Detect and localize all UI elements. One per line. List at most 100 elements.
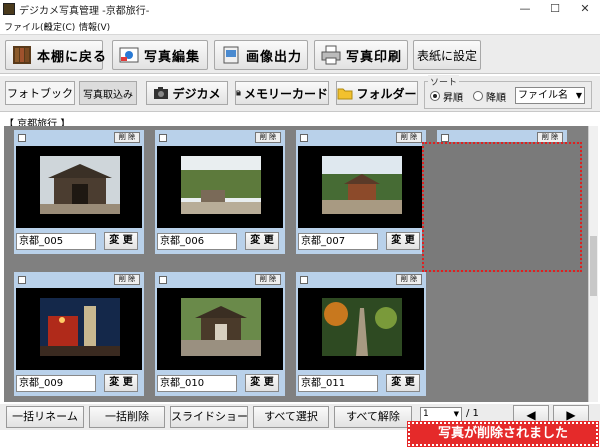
image-output-button[interactable]: 画像出力 <box>214 40 308 70</box>
photo-rename-button[interactable]: 変 更 <box>104 374 138 392</box>
sort-field-value: ファイル名 <box>518 90 568 101</box>
close-button[interactable]: ✕ <box>570 0 600 18</box>
photo-rename-button[interactable]: 変 更 <box>386 232 420 250</box>
image-output-label: 画像出力 <box>246 49 303 65</box>
chevron-down-icon: ▼ <box>575 91 582 100</box>
photo-frame[interactable] <box>16 146 142 228</box>
set-cover-button[interactable]: 表紙に設定 <box>413 40 481 70</box>
set-cover-label: 表紙に設定 <box>416 48 477 63</box>
photo-select-checkbox[interactable] <box>441 134 449 142</box>
photo-thumbnail[interactable] <box>40 156 120 214</box>
photo-name-field[interactable]: 京都_006 <box>157 233 237 250</box>
printer-icon <box>321 45 341 65</box>
folder-source-label: フォルダー <box>356 86 417 101</box>
image-output-icon <box>223 46 239 64</box>
photo-delete-button[interactable]: 削 除 <box>114 274 140 285</box>
photo-name-field[interactable]: 京都_009 <box>16 375 96 392</box>
photo-rename-button[interactable]: 変 更 <box>104 232 138 250</box>
sort-ascending-label: 昇順 <box>443 93 463 104</box>
minimize-button[interactable]: — <box>510 0 540 18</box>
sort-field-select[interactable]: ファイル名 ▼ <box>515 87 585 104</box>
main-toolbar: 本棚に戻る 写真編集 画像出力 写真印刷 表紙に設定 <box>0 34 600 74</box>
grid-scrollbar[interactable] <box>588 126 598 402</box>
page-select[interactable]: 1 ▼ <box>420 407 462 422</box>
photo-thumbnail[interactable] <box>322 156 402 214</box>
photo-thumbnail[interactable] <box>181 156 261 214</box>
folder-icon <box>337 88 353 99</box>
current-page: 1 <box>423 409 429 419</box>
sort-legend: ソート <box>428 75 460 88</box>
page-total: / 1 <box>466 408 479 419</box>
photo-card[interactable]: 削 除京都_010 変 更 <box>155 272 285 396</box>
select-all-button[interactable]: すべて選択 <box>253 406 329 428</box>
memory-card-source-button[interactable]: メモリーカード <box>235 81 329 105</box>
photo-delete-button[interactable]: 削 除 <box>396 274 422 285</box>
photo-delete-button[interactable]: 削 除 <box>396 132 422 143</box>
photo-select-checkbox[interactable] <box>300 276 308 284</box>
scrollbar-thumb[interactable] <box>590 236 597 296</box>
photo-name-field[interactable]: 京都_005 <box>16 233 96 250</box>
back-to-shelf-button[interactable]: 本棚に戻る <box>5 40 106 70</box>
sort-ascending-radio[interactable] <box>430 91 440 101</box>
photo-frame[interactable] <box>16 288 142 370</box>
photo-thumbnail[interactable] <box>181 298 261 356</box>
memory-card-source-label: メモリーカード <box>243 86 328 101</box>
photo-frame[interactable] <box>157 146 283 228</box>
camera-source-label: デジカメ <box>172 86 221 101</box>
title-bar: デジカメ写真管理 -京都旅行- — ☐ ✕ <box>0 0 600 18</box>
photobook-tab[interactable]: フォトブック <box>5 81 75 105</box>
photo-frame[interactable] <box>298 288 424 370</box>
bulk-rename-button[interactable]: 一括リネーム <box>6 406 84 428</box>
photo-thumbnail[interactable] <box>322 298 402 356</box>
photo-rename-button[interactable]: 変 更 <box>245 232 279 250</box>
photo-name-field[interactable]: 京都_007 <box>298 233 378 250</box>
photo-card[interactable]: 削 除京都_009 変 更 <box>14 272 144 396</box>
window-title: デジカメ写真管理 -京都旅行- <box>19 6 150 17</box>
camera-icon <box>154 87 169 99</box>
sort-descending-label: 降順 <box>486 93 506 104</box>
photo-card[interactable]: 削 除京都_006 変 更 <box>155 130 285 254</box>
photo-card[interactable]: 削 除京都_005 変 更 <box>14 130 144 254</box>
photo-name-field[interactable]: 京都_010 <box>157 375 237 392</box>
menu-info[interactable]: 情報(V) <box>79 20 110 33</box>
import-tab[interactable]: 写真取込み <box>79 81 137 105</box>
page-chevron-down-icon: ▼ <box>453 410 459 418</box>
bulk-delete-button[interactable]: 一括削除 <box>89 406 165 428</box>
back-to-shelf-label: 本棚に戻る <box>37 49 108 65</box>
photo-card[interactable]: 削 除京都_007 変 更 <box>296 130 426 254</box>
photo-card[interactable]: 削 除京都_011 変 更 <box>296 272 426 396</box>
photo-frame[interactable] <box>298 146 424 228</box>
folder-source-button[interactable]: フォルダー <box>336 81 418 105</box>
photo-delete-button[interactable]: 削 除 <box>114 132 140 143</box>
memory-card-icon <box>236 90 241 96</box>
menu-bar: ファイル(F) 設定(C) 情報(V) <box>0 18 600 34</box>
photo-select-checkbox[interactable] <box>18 134 26 142</box>
sort-descending-radio[interactable] <box>473 91 483 101</box>
app-icon <box>3 3 15 15</box>
photo-thumbnail[interactable] <box>40 298 120 356</box>
photo-select-checkbox[interactable] <box>300 134 308 142</box>
deselect-all-button[interactable]: すべて解除 <box>334 406 412 428</box>
photo-select-checkbox[interactable] <box>159 134 167 142</box>
photo-print-button[interactable]: 写真印刷 <box>314 40 408 70</box>
camera-source-button[interactable]: デジカメ <box>146 81 228 105</box>
photo-delete-button[interactable]: 削 除 <box>255 274 281 285</box>
photo-rename-button[interactable]: 変 更 <box>245 374 279 392</box>
photo-rename-button[interactable]: 変 更 <box>386 374 420 392</box>
photo-select-checkbox[interactable] <box>18 276 26 284</box>
photo-edit-label: 写真編集 <box>144 49 201 65</box>
photo-print-label: 写真印刷 <box>346 49 403 65</box>
photo-delete-button[interactable]: 削 除 <box>255 132 281 143</box>
photo-name-field[interactable]: 京都_011 <box>298 375 378 392</box>
deleted-toast: 写真が削除されました <box>407 421 599 447</box>
maximize-button[interactable]: ☐ <box>540 0 570 18</box>
photobook-tab-label: フォトブック <box>7 87 73 100</box>
photo-select-checkbox[interactable] <box>159 276 167 284</box>
menu-settings[interactable]: 設定(C) <box>44 20 75 33</box>
photo-frame[interactable] <box>157 288 283 370</box>
slideshow-button[interactable]: スライドショー <box>170 406 248 428</box>
photo-edit-icon <box>119 47 139 63</box>
photo-edit-button[interactable]: 写真編集 <box>112 40 208 70</box>
bookshelf-icon <box>13 46 31 64</box>
import-tab-label: 写真取込み <box>83 89 133 101</box>
